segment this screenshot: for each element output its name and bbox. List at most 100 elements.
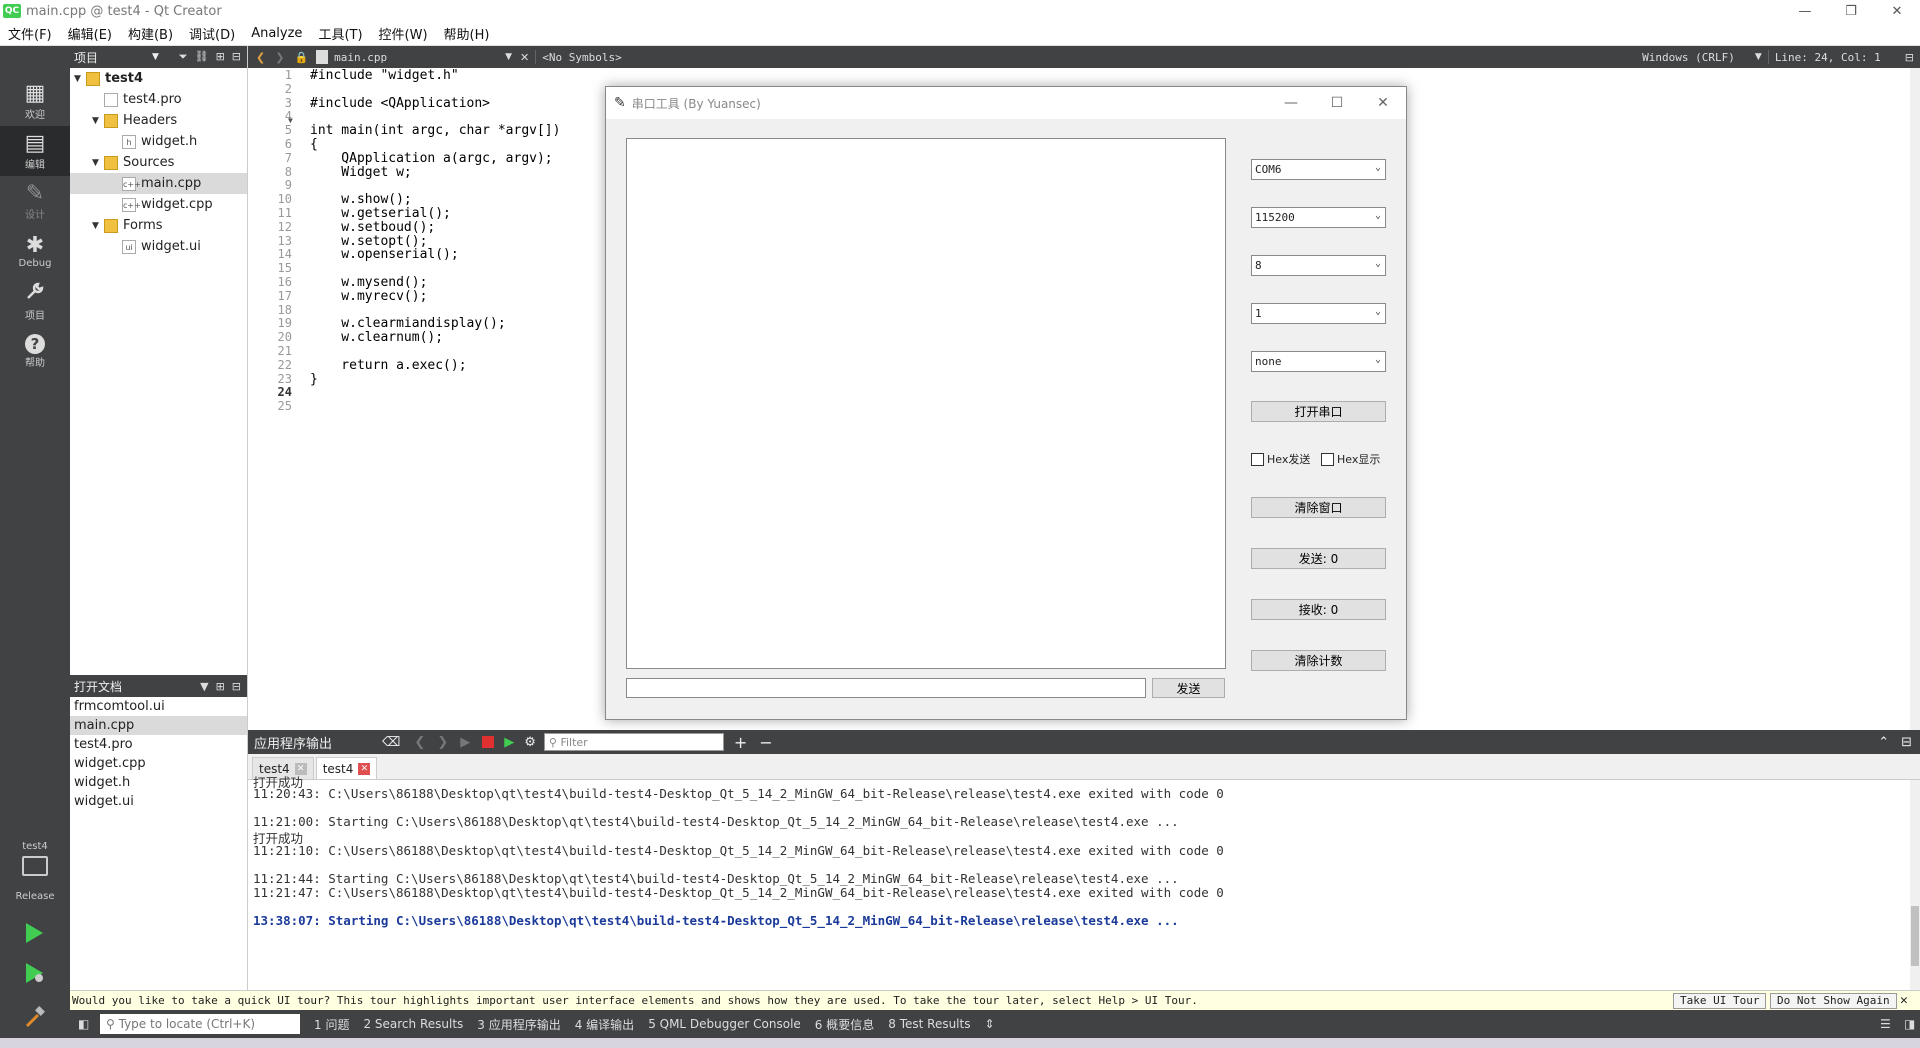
tree-item[interactable]: c++ widget.cpp (70, 194, 247, 215)
open-document-item[interactable]: widget.cpp (70, 754, 247, 773)
baud-select[interactable]: 115200 ⌄ (1251, 207, 1386, 228)
locator-input[interactable]: ⚲ Type to locate (Ctrl+K) (100, 1014, 300, 1034)
clear-window-button[interactable]: 清除窗口 (1251, 497, 1386, 518)
code-line[interactable]: #include "widget.h" (310, 68, 459, 83)
dismiss-tour-button[interactable]: Do Not Show Again (1770, 993, 1897, 1009)
application-output[interactable]: 打开成功 11:20:43: C:\Users\86188\Desktop\qt\… (248, 775, 1910, 990)
code-line[interactable]: int main(int argc, char *argv[]) (310, 123, 560, 138)
close-infobar-icon[interactable]: ✕ (1900, 993, 1908, 1008)
menu-debug[interactable]: 调试(D) (181, 24, 243, 43)
attach-icon[interactable]: ▶ (504, 735, 514, 750)
serial-maximize-button[interactable]: ☐ (1314, 87, 1360, 119)
toggle-sidebar-icon[interactable]: ◧ (78, 1017, 89, 1031)
expand-arrow-icon[interactable]: ▼ (74, 74, 86, 84)
code-line[interactable]: w.openserial(); (310, 247, 458, 262)
tree-item[interactable]: c++ main.cpp (70, 173, 247, 194)
sent-count-button[interactable]: 发送: 0 (1251, 548, 1386, 569)
pane-search-results[interactable]: 2 Search Results (363, 1017, 463, 1031)
tree-item[interactable]: ▼ Forms (70, 215, 247, 236)
toggle-right-sidebar-icon[interactable]: ◨ (1904, 1017, 1915, 1031)
close-document-icon[interactable]: ✕ (520, 51, 529, 64)
menu-controls[interactable]: 控件(W) (371, 24, 436, 43)
send-button[interactable]: 发送 (1152, 678, 1225, 698)
next-icon[interactable]: ❯ (437, 735, 448, 750)
output-tab-active[interactable]: test4 ✕ (315, 757, 378, 779)
menu-tools[interactable]: 工具(T) (310, 24, 370, 43)
open-port-button[interactable]: 打开串口 (1251, 401, 1386, 422)
databits-select[interactable]: 8 ⌄ (1251, 255, 1386, 276)
encoding-combo[interactable]: Windows (CRLF) (1642, 51, 1735, 64)
code-line[interactable]: w.show(); (310, 192, 411, 207)
open-document-item[interactable]: frmcomtool.ui (70, 697, 247, 716)
mode-help[interactable]: ? 帮助 (0, 326, 70, 376)
parity-select[interactable]: none ⌄ (1251, 351, 1386, 372)
close-pane-icon[interactable]: ⊟ (232, 680, 241, 693)
code-line[interactable]: #include <QApplication> (310, 96, 490, 111)
expand-arrow-icon[interactable]: ▼ (92, 116, 104, 126)
mode-welcome[interactable]: ▦ 欢迎 (0, 76, 70, 126)
filter-icon[interactable]: ⏷ (179, 50, 188, 64)
debug-run-icon[interactable] (24, 962, 46, 987)
received-count-button[interactable]: 接收: 0 (1251, 599, 1386, 620)
pane-general-messages[interactable]: 6 概要信息 (815, 1016, 874, 1033)
current-file-combo[interactable]: main.cpp (334, 51, 387, 64)
chevron-down-icon[interactable]: ▼ (1755, 52, 1762, 62)
zoom-in-icon[interactable]: + (734, 733, 747, 752)
symbols-combo[interactable]: <No Symbols> (542, 51, 621, 64)
hex-show-checkbox[interactable]: Hex显示 (1321, 451, 1380, 467)
menu-file[interactable]: 文件(F) (0, 24, 60, 43)
code-line[interactable]: w.clearnum(); (310, 330, 443, 345)
output-pane-title[interactable]: 应用程序输出 (254, 733, 332, 752)
menu-help[interactable]: 帮助(H) (436, 24, 498, 43)
monitor-icon[interactable] (22, 856, 48, 876)
back-icon[interactable]: ❮ (256, 51, 265, 64)
open-document-item[interactable]: test4.pro (70, 735, 247, 754)
expand-arrow-icon[interactable]: ▼ (92, 158, 104, 168)
code-line[interactable]: Widget w; (310, 165, 411, 180)
code-line[interactable]: QApplication a(argc, argv); (310, 151, 552, 166)
stopbits-select[interactable]: 1 ⌄ (1251, 303, 1386, 324)
link-icon[interactable]: ⛓ (195, 50, 209, 64)
open-document-item[interactable]: widget.h (70, 773, 247, 792)
receive-display[interactable] (626, 138, 1226, 669)
pane-compile-output[interactable]: 4 编译输出 (575, 1016, 634, 1033)
output-filter-input[interactable]: ⚲ Filter (543, 733, 724, 751)
editor-scrollbar[interactable] (1910, 68, 1920, 730)
menu-build[interactable]: 构建(B) (120, 24, 181, 43)
code-line[interactable]: } (310, 372, 318, 387)
chevron-down-icon[interactable]: ▼ (152, 52, 159, 62)
split-editor-icon[interactable]: ⊟ (1905, 51, 1914, 64)
restore-button[interactable]: ❐ (1828, 0, 1874, 22)
cursor-position[interactable]: Line: 24, Col: 1 (1775, 51, 1881, 64)
stop-icon[interactable] (482, 736, 495, 748)
take-tour-button[interactable]: Take UI Tour (1673, 993, 1767, 1009)
zoom-out-icon[interactable]: − (759, 733, 772, 752)
mode-design[interactable]: ✎ 设计 (0, 176, 70, 226)
port-select[interactable]: COM6 ⌄ (1251, 159, 1386, 180)
code-line[interactable]: w.setboud(); (310, 220, 435, 235)
maximize-pane-icon[interactable]: ⌃ (1878, 735, 1889, 750)
chevron-down-icon[interactable]: ▼ (505, 52, 512, 62)
send-input[interactable] (626, 678, 1146, 698)
code-line[interactable]: { (310, 137, 318, 152)
chevron-down-icon[interactable]: ▼ (200, 680, 208, 693)
serial-close-button[interactable]: ✕ (1360, 87, 1406, 119)
fold-marker-icon[interactable]: ▼ (288, 116, 293, 125)
serial-minimize-button[interactable]: — (1268, 87, 1314, 119)
progress-details-icon[interactable]: ☰ (1880, 1017, 1891, 1031)
mode-projects[interactable]: 项目 (0, 276, 70, 326)
code-line[interactable]: w.setopt(); (310, 234, 427, 249)
output-scrollbar[interactable] (1910, 780, 1920, 990)
close-tab-icon[interactable]: ✕ (358, 762, 371, 775)
code-line[interactable]: w.mysend(); (310, 275, 427, 290)
split-icon[interactable]: ⊞ (216, 680, 225, 693)
project-pane-title[interactable]: 项目 (74, 49, 98, 66)
pane-qml-console[interactable]: 5 QML Debugger Console (648, 1017, 801, 1031)
build-hammer-icon[interactable] (24, 1006, 46, 1031)
open-document-item[interactable]: widget.ui (70, 792, 247, 811)
scroll-thumb[interactable] (1911, 906, 1919, 966)
open-documents-title[interactable]: 打开文档 (74, 678, 122, 695)
close-pane-icon[interactable]: ⊟ (1901, 735, 1912, 750)
prev-icon[interactable]: ❮ (414, 735, 425, 750)
tree-item[interactable]: ▼ Sources (70, 152, 247, 173)
